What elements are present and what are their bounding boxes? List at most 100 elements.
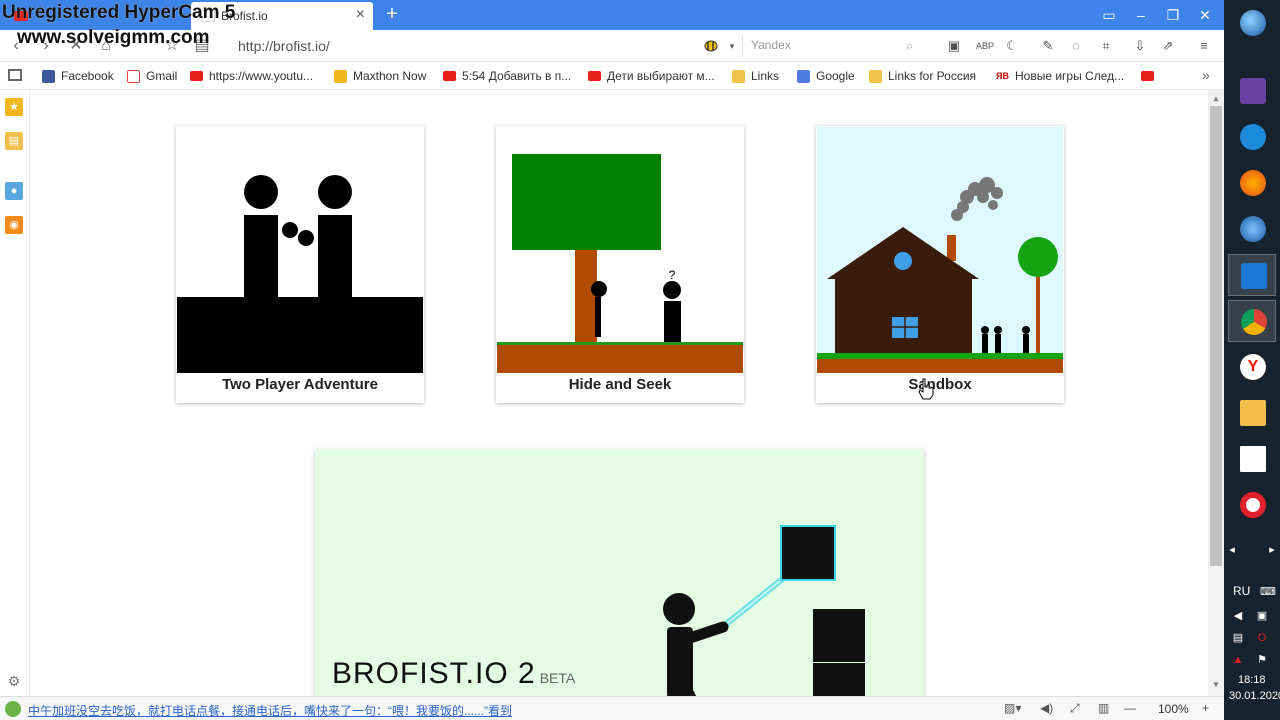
bookmark-youtube-kids[interactable]: Дети выбирают м... (588, 68, 715, 84)
tab-title: Brofist.io (221, 9, 268, 23)
forward-icon[interactable]: › (36, 36, 56, 56)
tab-brofist[interactable]: Brofist.io × (191, 2, 373, 30)
settings-gear-icon[interactable]: ⚙ (5, 672, 23, 690)
zoom-out-icon[interactable]: — (1124, 701, 1136, 715)
google-icon (797, 69, 810, 83)
taskbar-app-maxthon[interactable] (1228, 254, 1276, 296)
network-icon[interactable]: ▤ (1232, 632, 1244, 644)
internet-explorer-icon (1240, 124, 1266, 150)
bookmark-folder-links[interactable]: Links (732, 68, 779, 84)
bookmark-new-games[interactable]: ЯВ Новые игры След... (996, 68, 1124, 84)
close-window-button[interactable]: ✕ (1192, 4, 1218, 26)
bookmark-youtube-video[interactable]: 5:54 Добавить в п... (443, 68, 571, 84)
clock-time[interactable]: 18:18 (1238, 674, 1266, 686)
visual-studio-icon (1240, 78, 1266, 104)
tab-previous[interactable] (0, 2, 188, 30)
taskbar-app-firefox[interactable] (1228, 162, 1276, 204)
adblock-icon[interactable]: ABP (976, 38, 994, 54)
taskbar-app-opera[interactable] (1228, 484, 1276, 526)
tray-app-icon[interactable]: ▣ (1256, 610, 1268, 622)
bookmark-folder-links-russia[interactable]: Links for Россия (869, 68, 976, 84)
news-ticker-link[interactable]: 中午加班没空去吃饭，就打电话点餐，接通电话后，嘴快来了一句：“喂！我要饭的...… (28, 702, 512, 719)
game-card-two-player-adventure[interactable]: Two Player Adventure (176, 126, 424, 403)
volume-icon[interactable]: ◀) (1040, 701, 1053, 715)
bookmark-facebook[interactable]: Facebook (42, 68, 114, 84)
url-field[interactable]: http://brofist.io/ (238, 38, 330, 54)
keyboard-icon[interactable]: ⌨ (1260, 586, 1276, 598)
bookmark-youtube-extra[interactable] (1141, 68, 1160, 84)
split-view-icon[interactable]: ▥ (1098, 701, 1109, 715)
minimize-button[interactable]: – (1128, 4, 1154, 26)
globe-icon (1240, 216, 1266, 242)
gmail-icon (127, 69, 140, 83)
night-mode-icon[interactable]: ☾ (1004, 38, 1020, 54)
youtube-icon (1141, 71, 1154, 81)
hide-and-seek-thumbnail: ? (497, 127, 743, 373)
back-icon[interactable]: ‹ (6, 36, 26, 56)
start-button[interactable] (1228, 2, 1276, 44)
taskbar-app-globe[interactable] (1228, 208, 1276, 250)
address-bar: ‹ › ✕ ⌂ ☆ ▤ http://brofist.io/ ▾ Yandex … (0, 30, 1224, 62)
taskbar-app-explorer[interactable] (1228, 392, 1276, 434)
share-icon[interactable]: ⇗ (1160, 38, 1176, 54)
scroll-up-icon[interactable]: ▲ (1212, 94, 1220, 103)
taskbar-app-visual-studio[interactable] (1228, 70, 1276, 112)
chrome-icon (1241, 309, 1267, 335)
fullscreen-icon[interactable]: ⤢ (1070, 701, 1080, 716)
reader-icon[interactable]: ▤ (192, 36, 212, 56)
tray-scroll-left-icon[interactable]: ◂ (1226, 544, 1238, 556)
taskbar-app-yandex[interactable]: Y (1228, 346, 1276, 388)
taskbar-app-notepad[interactable] (1228, 438, 1276, 480)
resource-sniffer-icon[interactable] (702, 37, 720, 53)
brofist-2-promo[interactable]: BROFIST.IO 2 BETA (315, 449, 924, 696)
tab-list-icon[interactable]: ▭ (1096, 4, 1122, 26)
notes-icon[interactable]: ▤ (5, 132, 23, 150)
speech-icon[interactable]: ◌ (1068, 38, 1084, 54)
tools-icon[interactable]: ✎ (1040, 38, 1056, 54)
screenshot-icon[interactable]: ⌗ (1098, 38, 1114, 54)
folder-icon (869, 69, 882, 83)
antivirus-icon[interactable]: ▲ (1232, 654, 1244, 666)
game-title: Two Player Adventure (222, 376, 378, 393)
new-tab-button[interactable]: + (380, 3, 404, 27)
game-card-hide-and-seek[interactable]: ? Hide and Seek (496, 126, 744, 403)
action-center-flag-icon[interactable]: ⚑ (1256, 654, 1268, 666)
favorites-star-icon[interactable]: ★ (5, 98, 23, 116)
opera-tray-icon[interactable]: O (1256, 632, 1268, 644)
bookmark-gmail[interactable]: Gmail (127, 68, 177, 84)
zoom-in-icon[interactable]: + (1202, 701, 1209, 715)
download-icon[interactable]: ⇩ (1132, 38, 1148, 54)
clock-date[interactable]: 30.01.2020 (1229, 690, 1280, 702)
close-tab-icon[interactable]: × (356, 7, 365, 23)
search-input[interactable]: Yandex (742, 35, 928, 57)
restore-button[interactable]: ❐ (1160, 4, 1186, 26)
taskbar-app-ie[interactable] (1228, 116, 1276, 158)
opera-icon (1240, 492, 1266, 518)
bookmark-youtube[interactable]: https://www.youtu... (190, 68, 313, 84)
scroll-down-icon[interactable]: ▼ (1212, 680, 1220, 689)
language-indicator[interactable]: RU (1233, 584, 1250, 598)
game-card-sandbox[interactable]: Sandbox (816, 126, 1064, 403)
chat-icon[interactable]: ● (5, 182, 23, 200)
search-icon[interactable]: ⌕ (906, 38, 913, 54)
promo-title: BROFIST.IO 2 BETA (332, 657, 576, 690)
tab-strip: Brofist.io × + ▭ – ❐ ✕ (0, 0, 1224, 30)
chevron-down-icon[interactable]: ▾ (724, 38, 740, 54)
favorite-star-icon[interactable]: ☆ (162, 36, 182, 56)
sidebar-toggle-icon[interactable] (8, 69, 22, 81)
stop-icon[interactable]: ✕ (66, 36, 86, 56)
taskbar-app-chrome[interactable] (1228, 300, 1276, 342)
toolbox-icon[interactable]: ▣ (946, 38, 962, 54)
menu-icon[interactable]: ≡ (1196, 38, 1212, 54)
zoom-level[interactable]: 100% (1158, 702, 1189, 716)
bookmark-maxthon-now[interactable]: Maxthon Now (334, 68, 426, 84)
volume-tray-icon[interactable]: ◀ (1232, 610, 1244, 622)
scrollbar-thumb[interactable] (1210, 106, 1222, 566)
more-bookmarks-icon[interactable]: » (1202, 67, 1210, 83)
rss-icon[interactable]: ◉ (5, 216, 23, 234)
tray-scroll-right-icon[interactable]: ▸ (1266, 544, 1278, 556)
bookmark-google[interactable]: Google (797, 68, 855, 84)
home-icon[interactable]: ⌂ (96, 36, 116, 56)
performance-icon[interactable]: ▨▾ (1004, 701, 1021, 715)
vertical-scrollbar[interactable]: ▲ ▼ (1208, 90, 1224, 696)
